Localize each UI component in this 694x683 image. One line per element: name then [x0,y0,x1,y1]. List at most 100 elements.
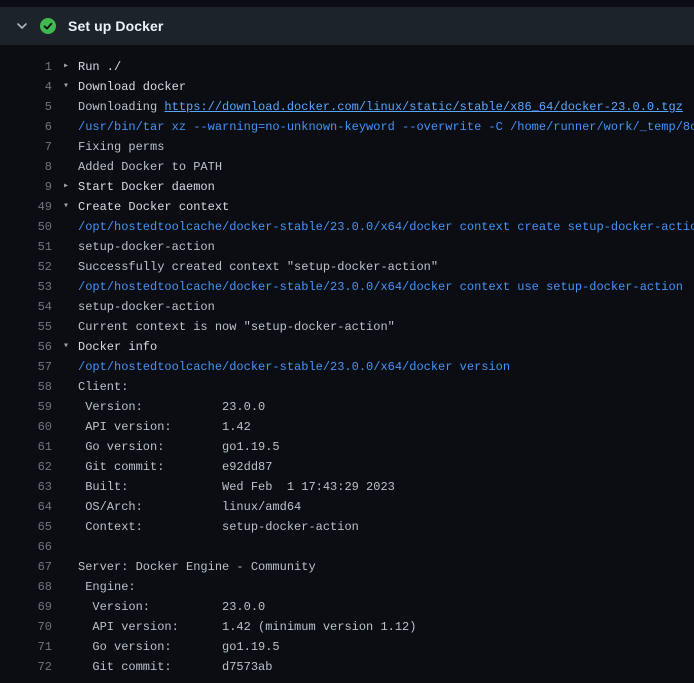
log-text: API version: 1.42 [78,417,251,437]
log-line[interactable]: 51 setup-docker-action [0,237,694,257]
log-line[interactable]: 55 Current context is now "setup-docker-… [0,317,694,337]
line-number[interactable]: 67 [0,557,52,577]
line-number[interactable]: 51 [0,237,52,257]
log-line[interactable]: 63 Built: Wed Feb 1 17:43:29 2023 [0,477,694,497]
line-number[interactable]: 9 [0,177,52,197]
log-text: API version: 1.42 (minimum version 1.12) [78,617,416,637]
log-text: Go version: go1.19.5 [78,637,280,657]
group-toggle-icon [52,277,78,297]
log-line[interactable]: 65 Context: setup-docker-action [0,517,694,537]
log-line[interactable]: 49 ▾ Create Docker context [0,197,694,217]
download-url-link[interactable]: https://download.docker.com/linux/static… [164,100,682,114]
line-number[interactable]: 64 [0,497,52,517]
line-number[interactable]: 4 [0,77,52,97]
chevron-right-icon[interactable]: ▸ [52,177,78,197]
log-text: Downloading https://download.docker.com/… [78,97,683,117]
log-text: Built: Wed Feb 1 17:43:29 2023 [78,477,395,497]
log-text: Git commit: d7573ab [78,657,272,677]
line-number[interactable]: 8 [0,157,52,177]
log-line[interactable]: 5 Downloading https://download.docker.co… [0,97,694,117]
line-number[interactable]: 59 [0,397,52,417]
status-success-icon [40,18,56,34]
log-text: /usr/bin/tar xz --warning=no-unknown-key… [78,117,694,137]
line-number[interactable]: 55 [0,317,52,337]
line-number[interactable]: 60 [0,417,52,437]
log-line[interactable]: 50 /opt/hostedtoolcache/docker-stable/23… [0,217,694,237]
line-number[interactable]: 56 [0,337,52,357]
log-line[interactable]: 62 Git commit: e92dd87 [0,457,694,477]
line-number[interactable]: 65 [0,517,52,537]
line-number[interactable]: 71 [0,637,52,657]
log-text: Context: setup-docker-action [78,517,359,537]
log-line[interactable]: 57 /opt/hostedtoolcache/docker-stable/23… [0,357,694,377]
chevron-down-icon[interactable] [16,20,28,32]
log-line[interactable]: 6 /usr/bin/tar xz --warning=no-unknown-k… [0,117,694,137]
log-line[interactable]: 7 Fixing perms [0,137,694,157]
log-line[interactable]: 8 Added Docker to PATH [0,157,694,177]
log-line[interactable]: 69 Version: 23.0.0 [0,597,694,617]
log-line[interactable]: 70 API version: 1.42 (minimum version 1.… [0,617,694,637]
log-line[interactable]: 58 Client: [0,377,694,397]
log-text: Docker info [78,337,157,357]
log-line[interactable]: 1 ▸ Run ./ [0,57,694,77]
line-number[interactable]: 7 [0,137,52,157]
line-number[interactable]: 58 [0,377,52,397]
log-line[interactable]: 56 ▾ Docker info [0,337,694,357]
line-number[interactable]: 61 [0,437,52,457]
line-number[interactable]: 72 [0,657,52,677]
group-toggle-icon [52,217,78,237]
line-number[interactable]: 50 [0,217,52,237]
chevron-down-icon[interactable]: ▾ [52,197,78,217]
line-number[interactable]: 70 [0,617,52,637]
line-number[interactable]: 68 [0,577,52,597]
line-number[interactable]: 63 [0,477,52,497]
group-toggle-icon [52,137,78,157]
group-toggle-icon [52,357,78,377]
log-line[interactable]: 72 Git commit: d7573ab [0,657,694,677]
group-toggle-icon [52,617,78,637]
log-text: Successfully created context "setup-dock… [78,257,438,277]
log-text: Engine: [78,577,136,597]
chevron-down-icon[interactable]: ▾ [52,77,78,97]
chevron-down-icon[interactable]: ▾ [52,337,78,357]
log-line[interactable]: 68 Engine: [0,577,694,597]
line-number[interactable]: 69 [0,597,52,617]
line-number[interactable]: 1 [0,57,52,77]
log-lines: 1 ▸ Run ./ 4 ▾ Download docker 5 Downloa… [0,45,694,677]
log-line[interactable]: 67 Server: Docker Engine - Community [0,557,694,577]
log-line[interactable]: 64 OS/Arch: linux/amd64 [0,497,694,517]
log-line[interactable]: 53 /opt/hostedtoolcache/docker-stable/23… [0,277,694,297]
log-text: /opt/hostedtoolcache/docker-stable/23.0.… [78,277,683,297]
line-number[interactable]: 53 [0,277,52,297]
log-line[interactable]: 59 Version: 23.0.0 [0,397,694,417]
group-toggle-icon [52,597,78,617]
log-text: Start Docker daemon [78,177,215,197]
log-text: setup-docker-action [78,297,215,317]
line-number[interactable]: 5 [0,97,52,117]
log-line[interactable]: 9 ▸ Start Docker daemon [0,177,694,197]
step-header[interactable]: Set up Docker [0,7,694,45]
log-line[interactable]: 71 Go version: go1.19.5 [0,637,694,657]
group-toggle-icon [52,397,78,417]
log-line[interactable]: 54 setup-docker-action [0,297,694,317]
chevron-right-icon[interactable]: ▸ [52,57,78,77]
group-toggle-icon [52,517,78,537]
line-number[interactable]: 6 [0,117,52,137]
group-toggle-icon [52,457,78,477]
log-line[interactable]: 61 Go version: go1.19.5 [0,437,694,457]
log-text-prefix: Downloading [78,100,164,114]
line-number[interactable]: 66 [0,537,52,557]
log-line[interactable]: 52 Successfully created context "setup-d… [0,257,694,277]
line-number[interactable]: 52 [0,257,52,277]
line-number[interactable]: 49 [0,197,52,217]
log-text: Current context is now "setup-docker-act… [78,317,395,337]
log-line[interactable]: 4 ▾ Download docker [0,77,694,97]
group-toggle-icon [52,557,78,577]
group-toggle-icon [52,377,78,397]
log-line[interactable]: 66 [0,537,694,557]
line-number[interactable]: 57 [0,357,52,377]
log-text: Git commit: e92dd87 [78,457,272,477]
line-number[interactable]: 62 [0,457,52,477]
log-line[interactable]: 60 API version: 1.42 [0,417,694,437]
line-number[interactable]: 54 [0,297,52,317]
